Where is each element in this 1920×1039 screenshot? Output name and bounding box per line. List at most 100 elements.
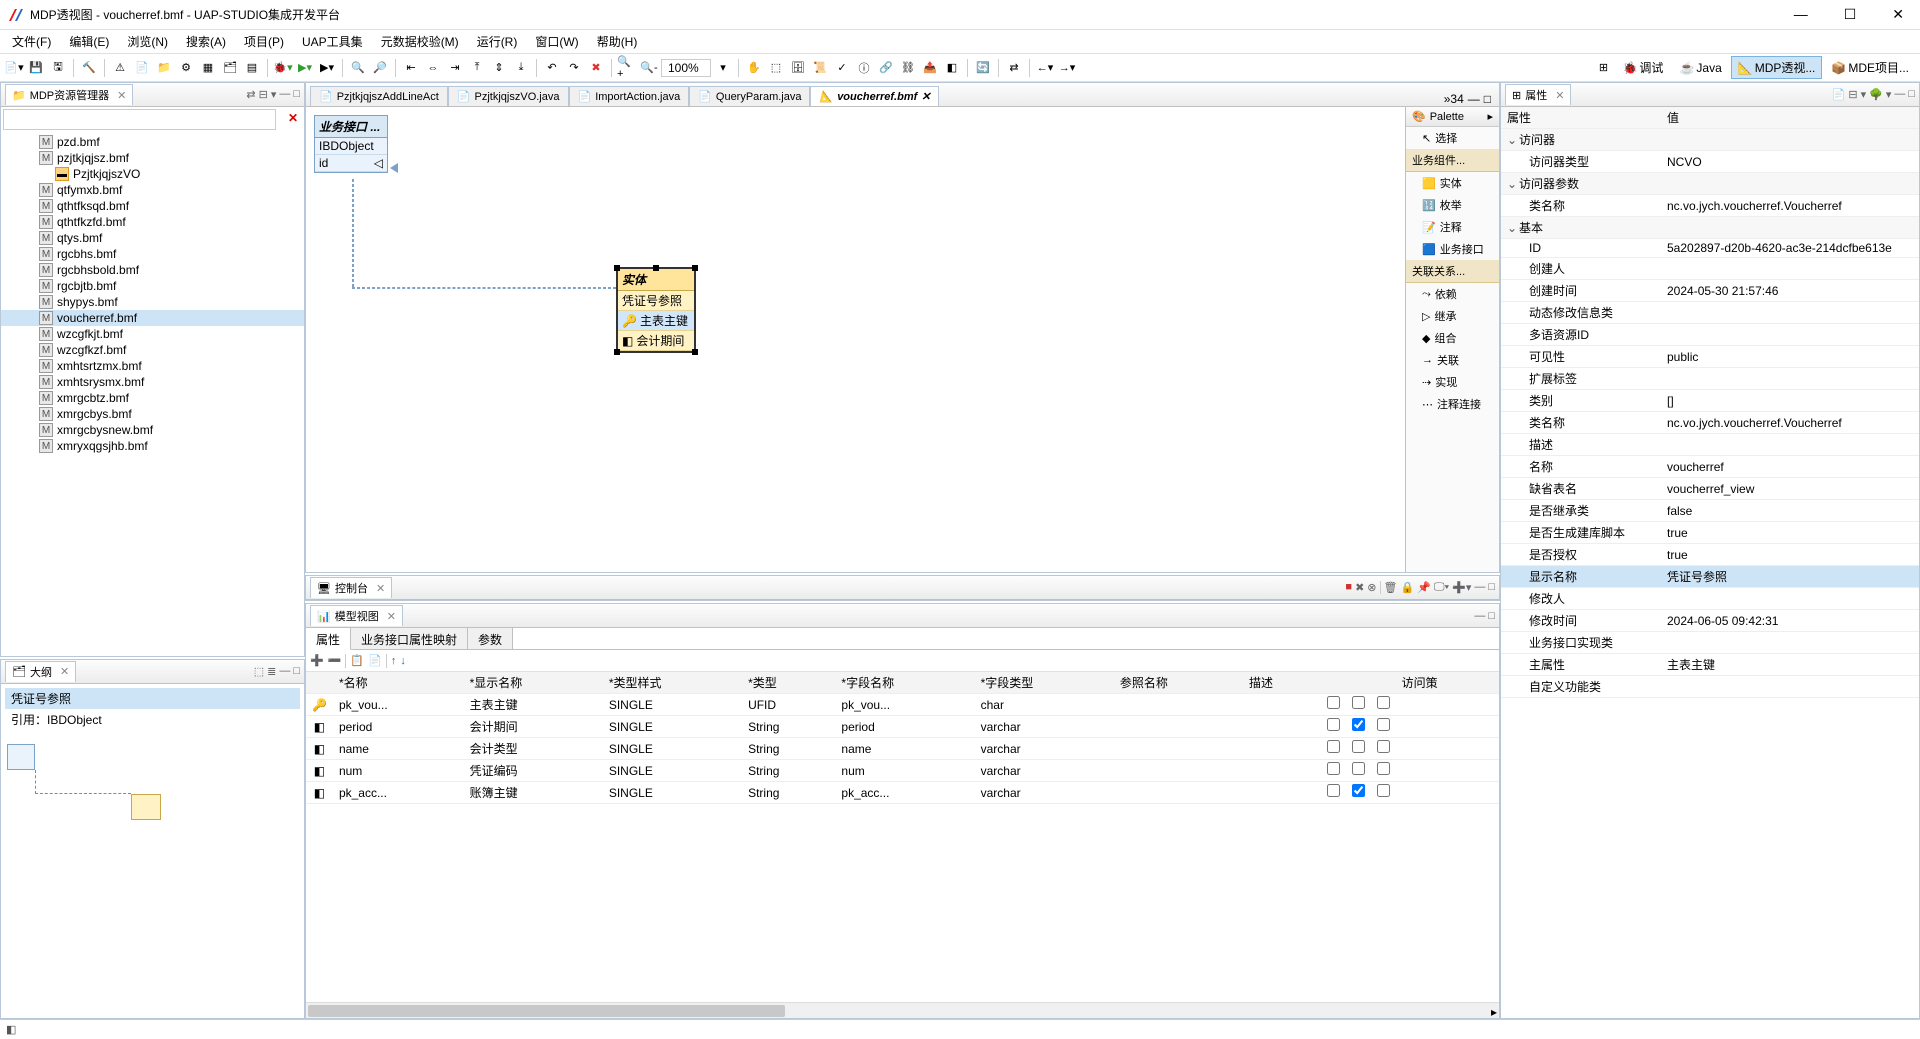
property-value[interactable] <box>1661 368 1919 390</box>
perspective-java[interactable]: ☕ Java <box>1672 58 1728 78</box>
close-icon[interactable]: ✕ <box>1555 89 1564 102</box>
run-icon[interactable]: ▶▾ <box>295 58 315 78</box>
close-icon[interactable]: ✕ <box>921 90 930 103</box>
palette-item-notelink[interactable]: ⋯注释连接 <box>1406 393 1499 415</box>
new-console-icon[interactable]: ➕▾ <box>1452 581 1471 594</box>
min-icon[interactable]: — <box>279 665 290 678</box>
save-icon[interactable]: 💾 <box>26 58 46 78</box>
tree-item[interactable]: Mxmrgcbtz.bmf <box>1 390 304 406</box>
expander-icon[interactable]: ⌄ <box>1507 133 1519 147</box>
tree-item[interactable]: Mxmhtsrtzmx.bmf <box>1 358 304 374</box>
add-icon[interactable]: ➕ <box>310 654 324 667</box>
folder-icon[interactable]: 📁 <box>154 58 174 78</box>
pan-icon[interactable]: ✋ <box>744 58 764 78</box>
property-value[interactable] <box>1661 324 1919 346</box>
editor-tab[interactable]: 📄QueryParam.java <box>689 86 810 106</box>
del-icon[interactable]: ➖ <box>328 654 342 667</box>
stop-icon[interactable]: ■ <box>1345 581 1352 594</box>
zoom-drop-icon[interactable]: ▾ <box>713 58 733 78</box>
column-header[interactable]: *显示名称 <box>464 672 603 694</box>
column-header[interactable] <box>1346 672 1371 694</box>
search-icon[interactable]: 🔎 <box>370 58 390 78</box>
property-value[interactable]: true <box>1661 522 1919 544</box>
checkbox[interactable] <box>1327 762 1340 775</box>
column-header[interactable]: *字段类型 <box>975 672 1114 694</box>
property-value[interactable] <box>1661 676 1919 698</box>
property-row[interactable]: 访问器类型NCVO <box>1501 151 1919 173</box>
tree-item[interactable]: Mwzcgfkjt.bmf <box>1 326 304 342</box>
property-value[interactable]: nc.vo.jych.voucherref.Voucherref <box>1661 412 1919 434</box>
property-value[interactable]: voucherref_view <box>1661 478 1919 500</box>
check-icon[interactable]: ✓ <box>832 58 852 78</box>
palette-item-compose[interactable]: ◆组合 <box>1406 327 1499 349</box>
link-view-icon[interactable]: ⇄ <box>1004 58 1024 78</box>
property-value[interactable] <box>1661 632 1919 654</box>
property-value[interactable]: nc.vo.jych.voucherref.Voucherref <box>1661 195 1919 217</box>
max-icon[interactable]: □ <box>1484 92 1491 106</box>
menu-search[interactable]: 搜索(A) <box>178 31 234 52</box>
menu-project[interactable]: 项目(P) <box>236 31 292 52</box>
build-icon[interactable]: 🔨 <box>79 58 99 78</box>
checkbox[interactable] <box>1352 718 1365 731</box>
zoom-out-icon[interactable]: 🔍- <box>639 58 659 78</box>
property-value[interactable]: 2024-06-05 09:42:31 <box>1661 610 1919 632</box>
column-header[interactable] <box>306 672 333 694</box>
editor-tab[interactable]: 📄PzjtkjqjszVO.java <box>448 86 569 106</box>
align-bot-icon[interactable]: ⤓ <box>511 58 531 78</box>
info-icon[interactable]: ⓘ <box>854 58 874 78</box>
property-row[interactable]: 修改人 <box>1501 588 1919 610</box>
zoom-in-icon[interactable]: 🔍+ <box>617 58 637 78</box>
run-ext-icon[interactable]: ▶▾ <box>317 58 337 78</box>
entity-node[interactable]: 实体 凭证号参照 🔑主表主键 ◧会计期间 <box>616 267 696 353</box>
entity-attr[interactable]: 🔑主表主键 <box>618 311 694 331</box>
property-value[interactable]: true <box>1661 544 1919 566</box>
property-row[interactable]: 类名称nc.vo.jych.voucherref.Voucherref <box>1501 412 1919 434</box>
scroll-lock-icon[interactable]: 🔒 <box>1400 581 1414 594</box>
editor-tab[interactable]: 📄PzjtkjqjszAddLineAct <box>310 86 448 106</box>
checkbox[interactable] <box>1352 696 1365 709</box>
property-row[interactable]: 显示名称凭证号参照 <box>1501 566 1919 588</box>
menu-icon[interactable]: ▾ <box>271 88 277 101</box>
link-icon[interactable]: ⇄ <box>246 88 255 101</box>
gear-icon[interactable]: ⚙ <box>176 58 196 78</box>
tree-icon[interactable]: 🗂 <box>220 58 240 78</box>
outline-tab[interactable]: 🗂 大纲 ✕ <box>5 661 76 682</box>
remove-all-icon[interactable]: ⊗ <box>1367 581 1376 594</box>
clear-filter-icon[interactable]: ✕ <box>288 111 298 125</box>
property-row[interactable]: 是否生成建库脚本true <box>1501 522 1919 544</box>
link-icon[interactable]: 🔗 <box>876 58 896 78</box>
checkbox[interactable] <box>1352 784 1365 797</box>
zoom-combo[interactable]: 100% <box>661 59 711 77</box>
align-center-icon[interactable]: ⇔ <box>423 58 443 78</box>
collapse-icon[interactable]: ⊟ <box>259 88 268 101</box>
property-row[interactable]: ID5a202897-d20b-4620-ac3e-214dcfbe613e <box>1501 239 1919 258</box>
warn-icon[interactable]: ⚠ <box>110 58 130 78</box>
console-tab[interactable]: 🖥 控制台 ✕ <box>310 577 392 598</box>
property-row[interactable]: 名称voucherref <box>1501 456 1919 478</box>
property-value[interactable] <box>1661 302 1919 324</box>
close-icon[interactable]: ✕ <box>117 89 126 102</box>
pin-icon[interactable]: 📌 <box>1417 581 1431 594</box>
min-icon[interactable]: — <box>1474 610 1485 622</box>
filter-icon[interactable]: ▾ <box>1861 88 1867 101</box>
outline-b-icon[interactable]: ≣ <box>267 665 276 678</box>
new-prop-icon[interactable]: 📄 <box>1832 88 1846 101</box>
checkbox[interactable] <box>1377 740 1390 753</box>
property-row[interactable]: 创建时间2024-05-30 21:57:46 <box>1501 280 1919 302</box>
column-header[interactable]: 描述 <box>1243 672 1321 694</box>
checkbox[interactable] <box>1377 784 1390 797</box>
tree-item[interactable]: Mqthtfkzfd.bmf <box>1 214 304 230</box>
checkbox[interactable] <box>1327 696 1340 709</box>
open-type-icon[interactable]: 🔍 <box>348 58 368 78</box>
undo-icon[interactable]: ↶ <box>542 58 562 78</box>
column-header[interactable]: 访问策 <box>1396 672 1499 694</box>
property-row[interactable]: 类名称nc.vo.jych.voucherref.Voucherref <box>1501 195 1919 217</box>
maximize-button[interactable]: ☐ <box>1836 4 1865 25</box>
tree-item[interactable]: Mxmhtsrysmx.bmf <box>1 374 304 390</box>
save-all-icon[interactable]: 🖫 <box>48 58 68 78</box>
clear-icon[interactable]: 🗑 <box>1384 581 1398 594</box>
select-icon[interactable]: ⬚ <box>766 58 786 78</box>
menu-uap-tools[interactable]: UAP工具集 <box>294 31 371 52</box>
tree-icon[interactable]: 🌳 <box>1869 88 1883 101</box>
display-icon[interactable]: 🖵▾ <box>1434 581 1449 594</box>
